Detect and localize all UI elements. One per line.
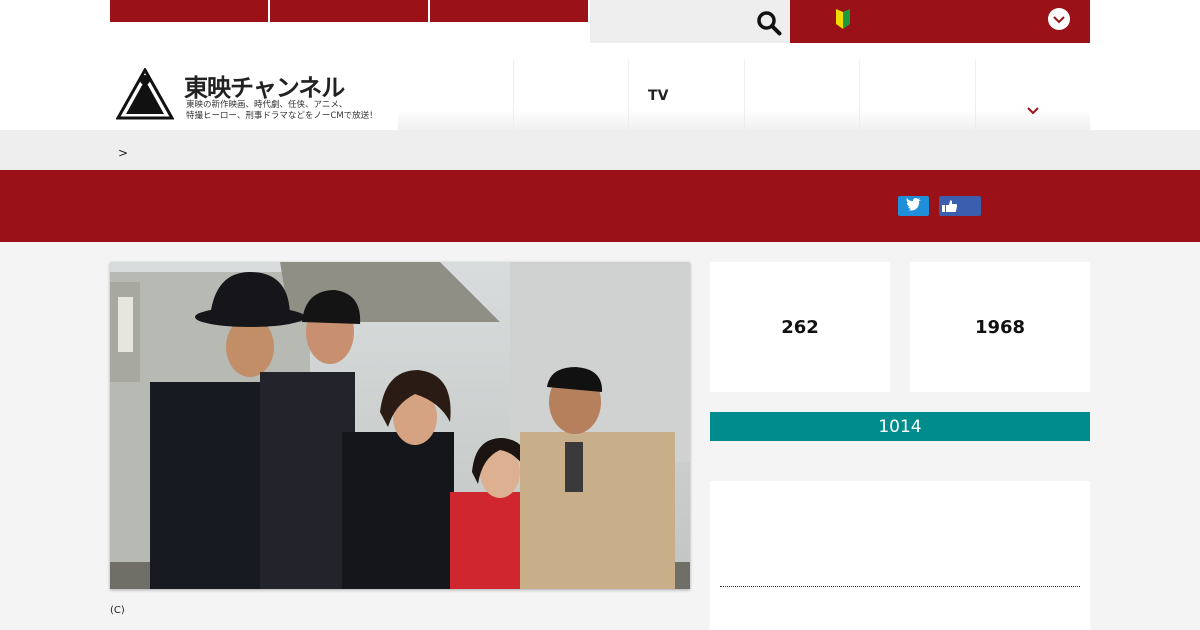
beginner-mark-icon [836, 9, 850, 29]
search-icon[interactable] [756, 10, 782, 36]
top-tab-3[interactable] [430, 0, 588, 22]
breadcrumb-separator: > [118, 146, 129, 160]
beginner-guide-bar[interactable] [790, 0, 1090, 43]
program-photo [110, 262, 690, 589]
nav-item-4[interactable] [743, 60, 860, 130]
chevron-down-icon[interactable] [1048, 8, 1070, 30]
logo-tagline: 東映の新作映画、時代劇、任侠、アニメ、 特撮ヒーロー、刑事ドラマなどをノーCMで… [186, 100, 378, 121]
breadcrumb: > [0, 130, 1200, 170]
site-logo[interactable]: 東映チャンネル 東映の新作映画、時代劇、任侠、アニメ、 特撮ヒーロー、刑事ドラマ… [110, 60, 398, 130]
program-code: 1014 [878, 416, 922, 437]
toei-logo-icon [116, 68, 174, 120]
twitter-share-button[interactable] [898, 196, 929, 216]
nav-item-5[interactable] [859, 60, 975, 130]
nav-item-2[interactable] [512, 60, 629, 130]
twitter-bird-icon [906, 197, 921, 211]
search-box[interactable] [590, 0, 790, 43]
episode-count-box: 262 [710, 262, 890, 392]
nav-item-6[interactable] [974, 60, 1091, 130]
program-code-bar[interactable]: 1014 [710, 412, 1090, 441]
top-tab-1[interactable] [110, 0, 268, 22]
top-tab-2[interactable] [270, 0, 428, 22]
episode-count: 262 [781, 316, 819, 338]
main-nav: TV [398, 60, 1090, 130]
thumbs-up-icon [942, 200, 957, 212]
chevron-down-icon[interactable] [1026, 106, 1040, 116]
facebook-like-button[interactable] [939, 196, 981, 216]
schedule-panel [710, 481, 1090, 630]
site-header: 東映チャンネル 東映の新作映画、時代劇、任侠、アニメ、 特撮ヒーロー、刑事ドラマ… [0, 0, 1200, 130]
production-year-box: 1968 [910, 262, 1090, 392]
photo-copyright: (C) [110, 605, 125, 616]
program-title-band [0, 170, 1200, 242]
logo-title: 東映チャンネル [184, 74, 345, 102]
divider [720, 586, 1080, 587]
production-year: 1968 [974, 316, 1026, 338]
nav-item-3[interactable]: TV [628, 60, 744, 130]
nav-item-1[interactable] [398, 60, 513, 130]
